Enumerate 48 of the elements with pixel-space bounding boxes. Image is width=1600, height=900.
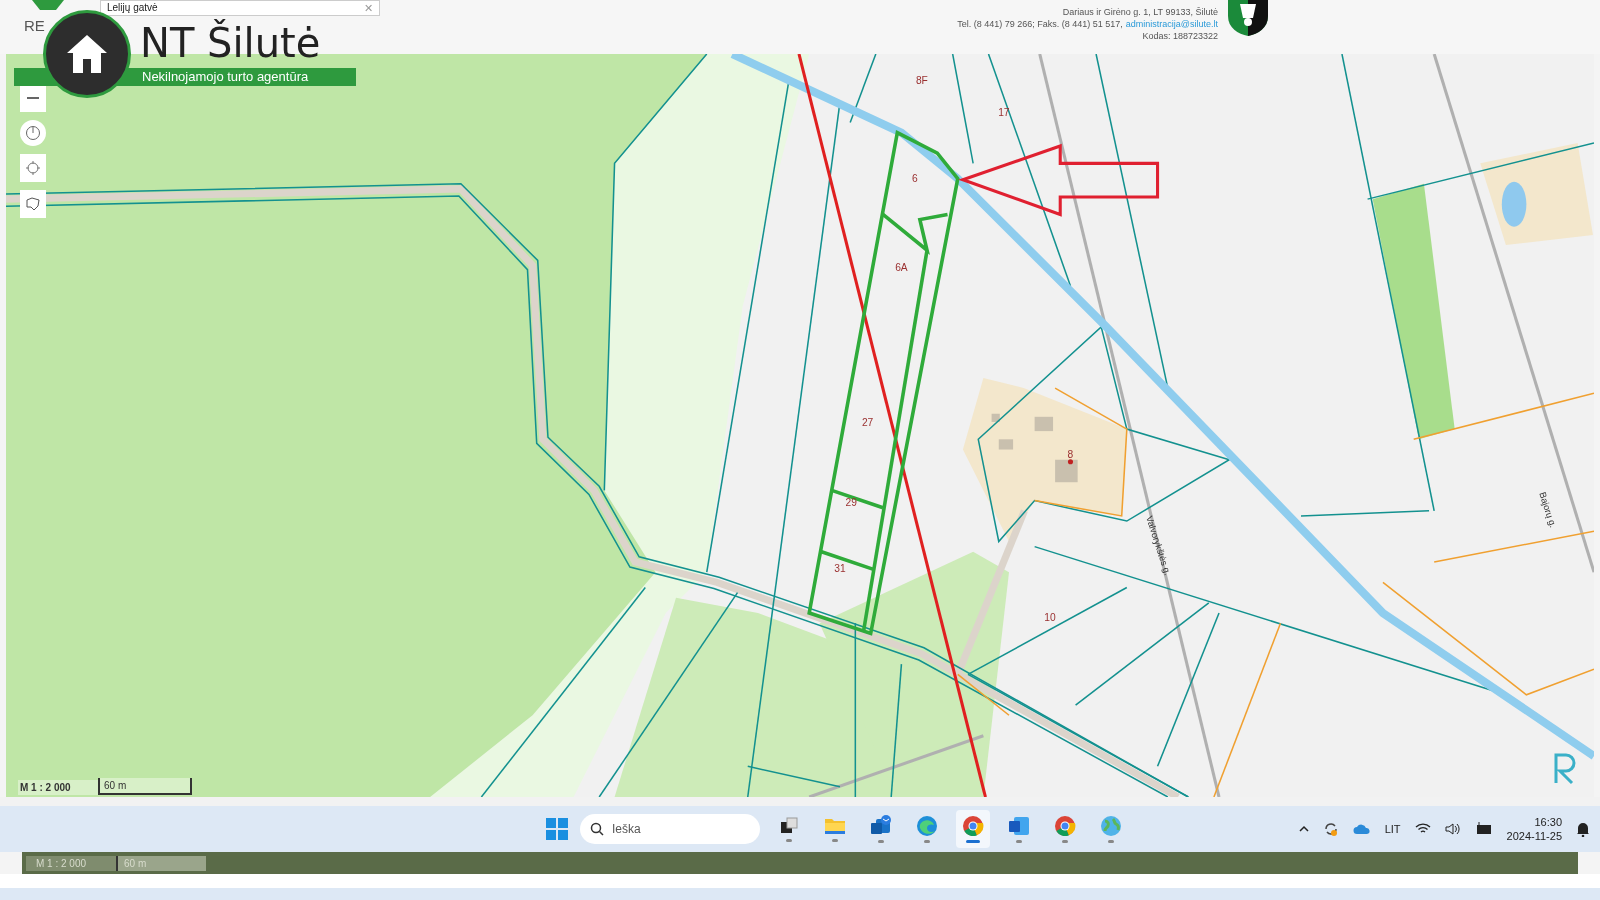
locate-button[interactable] [20, 154, 46, 182]
folder-icon [824, 816, 846, 836]
phone-text: Tel. (8 441) 79 266; Faks. (8 441) 51 517, [957, 18, 1123, 30]
parcel-number: 8 [1067, 448, 1074, 460]
parcel-number: 31 [834, 563, 846, 575]
scale-distance: 60 m [116, 855, 206, 871]
globe-icon [1100, 815, 1122, 837]
sync-icon[interactable] [1322, 821, 1339, 837]
search-icon [590, 822, 604, 836]
browser-icon [962, 815, 984, 837]
parcel-number: 10 [1044, 612, 1056, 624]
scale-distance: 60 m [98, 778, 192, 795]
cloud-icon[interactable] [1352, 823, 1371, 835]
parcel-number: 8F [915, 74, 928, 86]
language-indicator[interactable]: LIT [1384, 820, 1401, 838]
browser-icon [916, 815, 938, 837]
parcel-number: 17 [998, 107, 1010, 119]
code-text: Kodas: 188723322 [1142, 30, 1218, 42]
scale-ratio: M 1 : 2 000 [26, 855, 116, 871]
country-button[interactable] [20, 190, 46, 218]
street-label: Bajorų g. [1537, 490, 1559, 529]
parcel-number: 29 [845, 496, 857, 508]
clock-date[interactable]: 2024-11-25 [1506, 829, 1562, 843]
brand-text: RE [24, 18, 45, 34]
browser-icon [1054, 815, 1076, 837]
clock-time[interactable]: 16:30 [1534, 815, 1562, 829]
chevron-up-icon[interactable] [1298, 825, 1309, 833]
taskbar-search-field[interactable]: Ieška [580, 814, 760, 844]
logo-title: NT Šilutė [140, 18, 321, 68]
address-text: Dariaus ir Girėno g. 1, LT 99133, Šilutė [1062, 6, 1218, 18]
scale-ratio: M 1 : 2 000 [18, 780, 98, 795]
search-field[interactable]: Lelijų gatvė ✕ [100, 0, 380, 16]
parcel-number: 6 [911, 172, 918, 184]
cube-logo-icon [30, 0, 66, 12]
wifi-icon[interactable] [1414, 823, 1431, 835]
windows-start-icon[interactable] [546, 818, 568, 840]
notification-bell-icon[interactable] [1576, 821, 1590, 837]
speaker-icon[interactable] [1444, 822, 1461, 836]
task-view-icon [779, 816, 799, 836]
parcel-number: 27 [861, 417, 874, 428]
country-outline-icon [25, 197, 41, 211]
crosshair-icon [26, 161, 40, 175]
battery-icon[interactable] [1474, 822, 1493, 836]
power-icon [25, 125, 41, 141]
parcel-number: 6A [895, 261, 908, 273]
document-app-icon [1008, 815, 1030, 837]
zoom-out-button[interactable] [20, 84, 46, 112]
mail-app-icon [870, 815, 892, 837]
